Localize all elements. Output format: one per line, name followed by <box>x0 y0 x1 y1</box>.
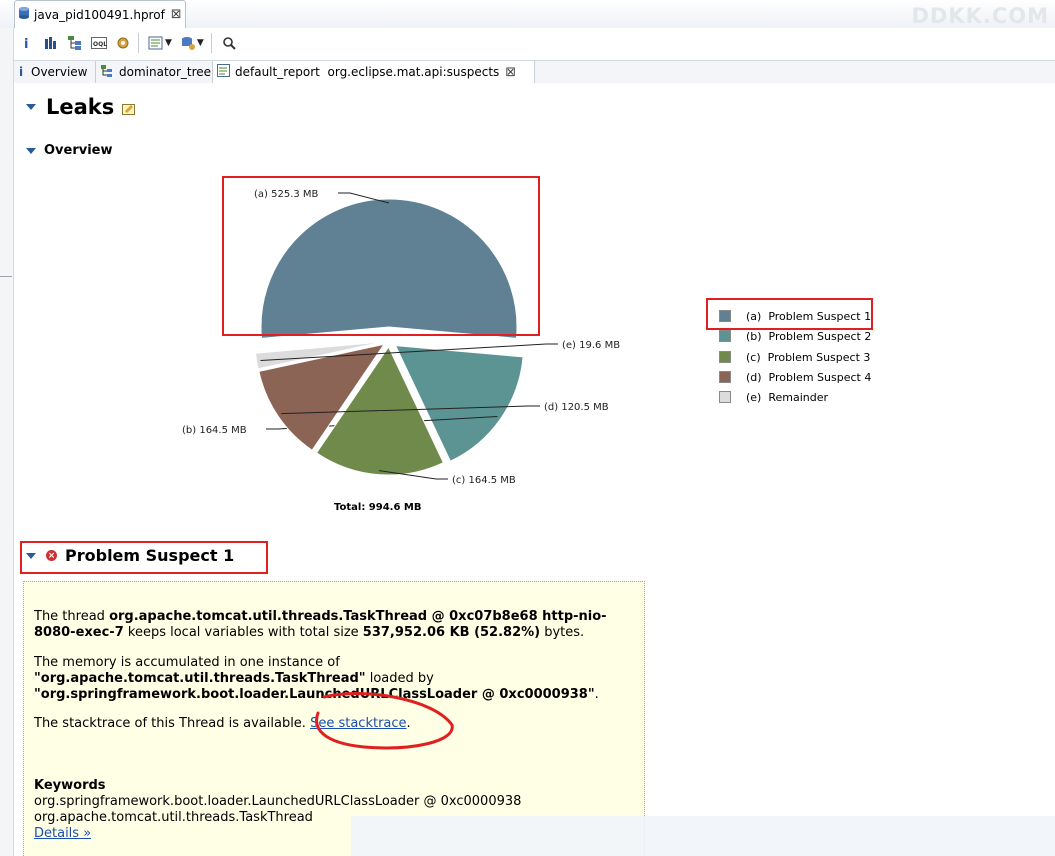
suspect-header: × Problem Suspect 1 <box>26 546 234 565</box>
legend-swatch <box>719 351 731 363</box>
database-icon <box>18 6 30 23</box>
legend-item-b: (b) Problem Suspect 2 <box>719 329 871 343</box>
edit-note-icon[interactable] <box>122 100 136 119</box>
legend-item-d: (d) Problem Suspect 4 <box>719 370 871 384</box>
info-icon[interactable]: i <box>16 32 38 54</box>
close-icon[interactable]: ⊠ <box>505 65 516 80</box>
legend-swatch <box>719 310 731 322</box>
slice-label-b: (b) 164.5 MB <box>182 425 247 436</box>
legend-swatch <box>719 391 731 403</box>
legend-swatch <box>719 371 731 383</box>
editor-tab-label: java_pid100491.hprof <box>34 7 165 22</box>
overview-header: Overview <box>26 143 113 158</box>
chevron-down-icon[interactable]: ▼ <box>197 38 204 48</box>
oql-icon[interactable]: OQL <box>88 32 110 54</box>
slice-label-c: (c) 164.5 MB <box>452 475 516 486</box>
editor-tab-hprof[interactable]: java_pid100491.hprof ⊠ <box>14 0 186 28</box>
legend-item-c: (c) Problem Suspect 3 <box>719 350 870 364</box>
overview-title: Overview <box>44 143 113 158</box>
gear-icon[interactable] <box>112 32 134 54</box>
close-icon[interactable]: ⊠ <box>171 7 182 22</box>
collapse-toggle-icon[interactable] <box>26 147 36 154</box>
tab-default-report[interactable]: default_report org.eclipse.mat.api:suspe… <box>213 61 535 83</box>
search-icon[interactable] <box>218 32 240 54</box>
info-icon: i <box>18 65 26 80</box>
suspects-pie-chart: (a) 525.3 MB (b) 164.5 MB (c) 164.5 MB (d) … <box>182 189 620 513</box>
collapse-toggle-icon[interactable] <box>26 104 36 110</box>
svg-text:OQL: OQL <box>93 41 107 48</box>
slice-label-e: (e) 19.6 MB <box>562 340 620 351</box>
watermark: DDKK.COM <box>911 4 1049 28</box>
tab-dominator-tree[interactable]: dominator_tree <box>96 61 213 83</box>
histogram-icon[interactable] <box>40 32 62 54</box>
leaks-header: Leaks <box>26 95 136 119</box>
svg-text:i: i <box>24 37 28 50</box>
chart-total-label: Total: 994.6 MB <box>334 502 422 513</box>
run-report-icon[interactable] <box>145 32 167 54</box>
report-tab-bar: i Overview dominator_tree default_report… <box>14 60 1055 84</box>
report-content: Leaks Overview (a) 525.3 MB (b) 164.5 MB(… <box>14 83 1055 856</box>
legend-item-a: (a) Problem Suspect 1 <box>719 309 871 323</box>
chevron-down-icon[interactable]: ▼ <box>165 38 172 48</box>
details-link[interactable]: Details » <box>34 826 91 841</box>
collapse-toggle-icon[interactable] <box>26 552 36 559</box>
dominator-tree-icon[interactable] <box>64 32 86 54</box>
slice-label-a: (a) 525.3 MB <box>254 189 319 200</box>
toolbar: i OQL ▼ ▼ <box>14 28 1055 58</box>
pie-slice-a <box>260 198 518 339</box>
editor-tab-bar: java_pid100491.hprof ⊠ DDKK.COM <box>0 0 1055 29</box>
leaks-title: Leaks <box>46 95 115 119</box>
suspect-title: Problem Suspect 1 <box>65 546 235 565</box>
error-icon: × <box>46 550 57 561</box>
slice-label-d: (d) 120.5 MB <box>544 402 609 413</box>
query-browser-icon[interactable] <box>177 32 199 54</box>
tab-overview[interactable]: i Overview <box>14 61 96 83</box>
suspect-paragraph-thread: The thread org.apache.tomcat.util.thread… <box>34 609 607 640</box>
report-icon <box>217 64 230 80</box>
left-gutter <box>0 28 14 856</box>
annotation-circle <box>315 692 454 750</box>
dominator-tree-icon <box>100 64 114 81</box>
keywords-title: Keywords <box>34 778 106 793</box>
legend-swatch <box>719 330 731 342</box>
svg-text:i: i <box>19 65 23 77</box>
legend-item-e: (e) Remainder <box>719 390 828 404</box>
overlay-panel <box>351 816 1055 856</box>
keyword-item: org.springframework.boot.loader.Launched… <box>34 794 522 809</box>
